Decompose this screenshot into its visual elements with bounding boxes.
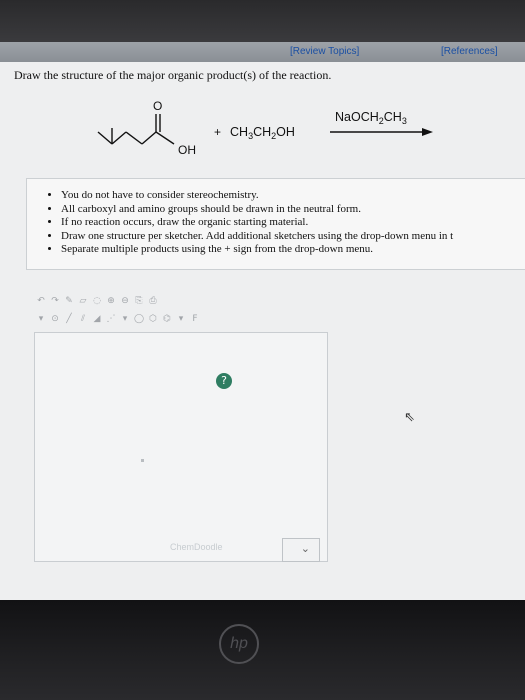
reaction-arrow bbox=[330, 128, 433, 136]
select-dropdown-icon[interactable]: ▾ bbox=[36, 314, 46, 324]
instruction-item: Separate multiple products using the + s… bbox=[61, 243, 525, 257]
sketcher-toolbar-top: ↶ ↷ ✎ ▱ ◌ ⊕ ⊖ ⎘ ⎙ bbox=[36, 294, 158, 308]
instructions-box: You do not have to consider stereochemis… bbox=[26, 178, 525, 270]
double-bond-icon[interactable]: ⫽ bbox=[78, 314, 88, 324]
instruction-item: You do not have to consider stereochemis… bbox=[61, 189, 525, 203]
instruction-item: Draw one structure per sketcher. Add add… bbox=[61, 230, 525, 244]
structure-sketcher-canvas[interactable]: ? ChemDoodle bbox=[34, 332, 328, 562]
charge-icon[interactable]: ⊙ bbox=[50, 314, 60, 324]
sketcher-toolbar-bottom: ▾ ⊙ ╱ ⫽ ◢ ⋰ ▾ ◯ ⬡ ⌬ ▾ F bbox=[36, 312, 200, 326]
sketcher-dropdown[interactable]: ⌄ bbox=[282, 538, 320, 562]
question-prompt: Draw the structure of the major organic … bbox=[14, 68, 332, 82]
references-link[interactable]: [References] bbox=[441, 46, 498, 57]
element-icon[interactable]: F bbox=[190, 314, 200, 324]
browser-content: [Review Topics] [References] Draw the st… bbox=[0, 42, 525, 600]
redo-icon[interactable]: ↷ bbox=[50, 296, 60, 306]
hp-logo: hp bbox=[219, 624, 259, 664]
bond-dropdown-icon[interactable]: ▾ bbox=[120, 314, 130, 324]
chemdoodle-watermark: ChemDoodle bbox=[170, 542, 223, 552]
paste-icon[interactable]: ⎙ bbox=[148, 296, 158, 306]
lasso-icon[interactable]: ◌ bbox=[92, 296, 102, 306]
carbonyl-oxygen-label: O bbox=[153, 99, 162, 113]
chevron-down-icon: ⌄ bbox=[300, 542, 310, 555]
zoom-in-icon[interactable]: ⊕ bbox=[106, 296, 116, 306]
question-header-bar: [Review Topics] [References] bbox=[0, 42, 525, 62]
help-icon[interactable]: ? bbox=[216, 373, 232, 389]
monitor-bezel-top bbox=[0, 0, 525, 42]
hydroxyl-label: OH bbox=[178, 143, 196, 157]
undo-icon[interactable]: ↶ bbox=[36, 296, 46, 306]
copy-icon[interactable]: ⎘ bbox=[134, 296, 144, 306]
reactant-skeletal-structure bbox=[97, 114, 175, 145]
mouse-cursor-icon: ⇖ bbox=[404, 410, 415, 425]
hash-bond-icon[interactable]: ⋰ bbox=[106, 314, 116, 324]
benzene-icon[interactable]: ⌬ bbox=[162, 314, 172, 324]
zoom-out-icon[interactable]: ⊖ bbox=[120, 296, 130, 306]
ring-icon[interactable]: ◯ bbox=[134, 314, 144, 324]
wedge-bond-icon[interactable]: ◢ bbox=[92, 314, 102, 324]
ethanol-formula: CH3CH2OH bbox=[230, 125, 295, 141]
monitor-bezel-bottom: hp bbox=[0, 600, 525, 700]
review-topics-link[interactable]: [Review Topics] bbox=[290, 46, 359, 57]
reaction-conditions: NaOCH2CH3 bbox=[335, 110, 407, 126]
eraser-icon[interactable]: ▱ bbox=[78, 296, 88, 306]
single-bond-icon[interactable]: ╱ bbox=[64, 314, 74, 324]
cyclohexane-icon[interactable]: ⬡ bbox=[148, 314, 158, 324]
ring-dropdown-icon[interactable]: ▾ bbox=[176, 314, 186, 324]
instruction-item: All carboxyl and amino groups should be … bbox=[61, 203, 525, 217]
instruction-item: If no reaction occurs, draw the organic … bbox=[61, 216, 525, 230]
pencil-icon[interactable]: ✎ bbox=[64, 296, 74, 306]
plus-sign: + bbox=[214, 125, 221, 139]
canvas-dot bbox=[141, 459, 144, 462]
